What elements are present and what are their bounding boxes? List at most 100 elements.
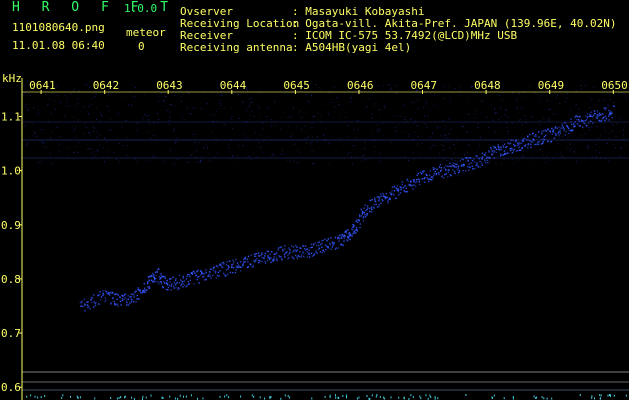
noise-speck xyxy=(43,142,45,144)
noise-speck xyxy=(600,134,601,136)
noise-speck xyxy=(501,116,503,118)
noise-speck xyxy=(27,142,28,144)
trace-point xyxy=(87,306,89,309)
noise-speck xyxy=(23,94,25,96)
noise-speck xyxy=(525,97,526,98)
trace-point xyxy=(379,197,381,199)
trace-point xyxy=(576,123,579,125)
noise-speck xyxy=(335,150,337,152)
trace-point xyxy=(175,284,177,286)
baseline-speck xyxy=(503,397,505,400)
trace-point xyxy=(98,303,101,305)
trace-point xyxy=(187,280,190,283)
noise-speck xyxy=(98,144,100,146)
trace-point xyxy=(339,237,341,240)
trace-point xyxy=(353,225,356,227)
baseline-speck xyxy=(338,397,340,400)
trace-point xyxy=(416,174,418,176)
trace-point xyxy=(485,152,487,154)
baseline-speck xyxy=(110,396,112,399)
trace-point xyxy=(577,119,580,121)
noise-speck xyxy=(512,159,513,161)
noise-speck xyxy=(349,101,351,103)
trace-point xyxy=(461,158,463,160)
trace-point xyxy=(511,147,513,149)
baseline-speck xyxy=(345,394,347,397)
noise-speck xyxy=(181,115,183,117)
trace-point xyxy=(271,251,273,253)
noise-speck xyxy=(523,154,525,156)
noise-speck xyxy=(144,93,145,95)
trace-point xyxy=(429,176,432,179)
trace-point xyxy=(217,266,219,268)
baseline-speck xyxy=(94,397,96,400)
trace-point xyxy=(317,248,320,251)
noise-speck xyxy=(242,102,244,103)
trace-point xyxy=(430,179,433,181)
trace-point xyxy=(333,243,335,246)
noise-speck xyxy=(511,122,513,124)
trace-point xyxy=(596,110,599,112)
noise-speck xyxy=(518,93,520,95)
baseline-speck xyxy=(625,394,627,397)
noise-speck xyxy=(294,143,296,145)
trace-point xyxy=(135,290,137,292)
noise-speck xyxy=(424,92,426,94)
trace-point xyxy=(541,130,543,133)
trace-point xyxy=(600,114,602,116)
trace-point xyxy=(208,273,211,275)
noise-speck xyxy=(479,145,481,147)
trace-point xyxy=(502,146,505,148)
noise-speck xyxy=(233,93,235,95)
trace-point xyxy=(303,245,305,247)
noise-speck xyxy=(157,112,158,114)
noise-speck xyxy=(291,114,293,116)
trace-point xyxy=(301,254,303,256)
trace-point xyxy=(187,273,189,276)
noise-speck xyxy=(194,108,196,109)
noise-speck xyxy=(477,123,479,125)
noise-speck xyxy=(236,162,238,164)
trace-point xyxy=(419,171,422,174)
trace-point xyxy=(397,189,400,191)
noise-speck xyxy=(211,132,213,133)
trace-point xyxy=(112,292,114,294)
trace-point xyxy=(231,264,233,266)
noise-speck xyxy=(475,109,477,111)
trace-point xyxy=(308,256,311,258)
x-tick-label: 0642 xyxy=(93,79,120,92)
trace-point xyxy=(183,280,186,282)
trace-point xyxy=(191,271,193,274)
x-tick-label: 0650 xyxy=(601,79,628,92)
noise-speck xyxy=(424,115,425,117)
trace-point xyxy=(538,131,540,133)
noise-speck xyxy=(92,126,94,128)
noise-speck xyxy=(604,99,606,101)
noise-speck xyxy=(192,107,194,108)
noise-speck xyxy=(197,161,199,163)
noise-speck xyxy=(293,160,295,162)
trace-point xyxy=(267,250,270,253)
noise-speck xyxy=(561,156,563,157)
noise-speck xyxy=(338,137,340,139)
trace-point xyxy=(522,140,524,142)
noise-speck xyxy=(623,93,625,94)
trace-point xyxy=(268,258,271,260)
app-version: 1.0.0 xyxy=(124,2,158,15)
trace-point xyxy=(304,249,307,252)
noise-speck xyxy=(584,110,586,112)
noise-speck xyxy=(371,117,373,119)
noise-speck xyxy=(445,160,447,161)
noise-speck xyxy=(110,129,112,131)
baseline-speck xyxy=(329,396,331,399)
baseline-speck xyxy=(437,397,439,400)
noise-speck xyxy=(204,143,206,145)
trace-point xyxy=(99,293,101,296)
noise-speck xyxy=(249,114,251,116)
trace-point xyxy=(221,266,224,269)
noise-speck xyxy=(411,118,413,120)
noise-speck xyxy=(413,123,415,125)
noise-speck xyxy=(448,142,450,143)
noise-speck xyxy=(379,155,381,156)
noise-speck xyxy=(271,152,273,154)
